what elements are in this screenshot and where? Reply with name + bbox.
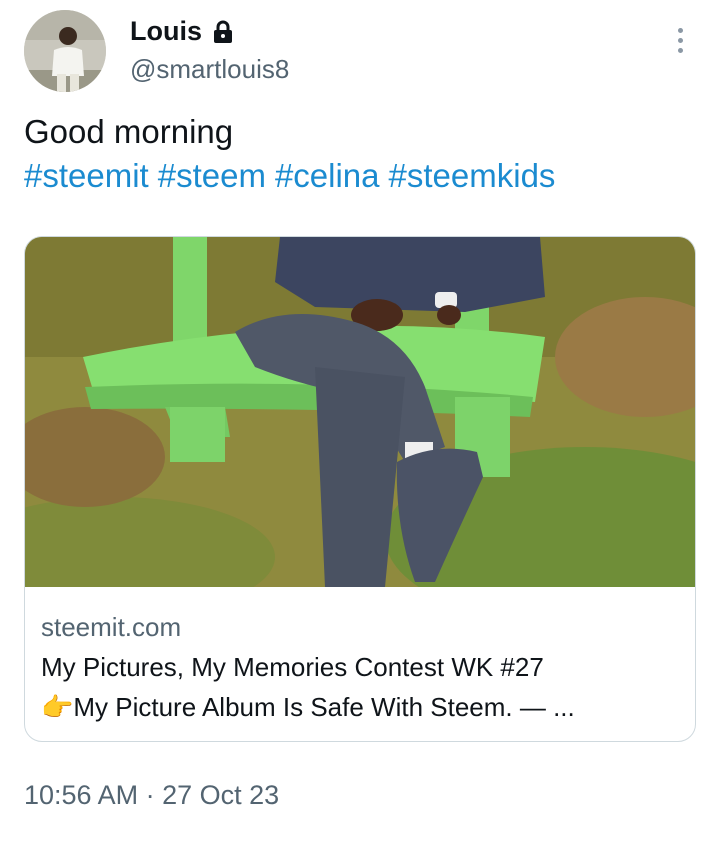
hashtag-link[interactable]: #celina	[275, 157, 380, 194]
card-meta: steemit.com My Pictures, My Memories Con…	[41, 607, 681, 727]
link-preview-card[interactable]: steemit.com My Pictures, My Memories Con…	[24, 236, 696, 742]
hashtag-link[interactable]: #steemit	[24, 157, 149, 194]
tweet-hashtags: #steemit #steem #celina #steemkids	[24, 154, 564, 198]
card-title-line-1: My Pictures, My Memories Contest WK #27	[41, 652, 544, 682]
timestamp-separator: ·	[138, 780, 163, 810]
tweet-time[interactable]: 10:56 AM	[24, 780, 138, 810]
tweet-text: Good morning	[24, 113, 234, 150]
lock-icon	[214, 20, 232, 43]
author-name-row: Louis	[130, 16, 234, 47]
tweet-timestamp: 10:56 AM · 27 Oct 23	[24, 780, 279, 811]
card-domain: steemit.com	[41, 612, 182, 642]
tweet-date[interactable]: 27 Oct 23	[162, 780, 279, 810]
card-title-line-2: 👉My Picture Album Is Safe With Steem. — …	[41, 692, 575, 722]
author-avatar[interactable]	[24, 10, 106, 92]
author-handle[interactable]: @smartlouis8	[130, 54, 289, 85]
author-name[interactable]: Louis	[130, 16, 202, 47]
avatar-photo-icon	[24, 10, 106, 92]
hashtag-link[interactable]: #steemkids	[389, 157, 556, 194]
card-preview-image	[25, 237, 695, 587]
hashtag-link[interactable]: #steem	[158, 157, 266, 194]
more-vertical-icon[interactable]	[672, 28, 688, 58]
tweet-header: Louis @smartlouis8	[24, 10, 696, 92]
